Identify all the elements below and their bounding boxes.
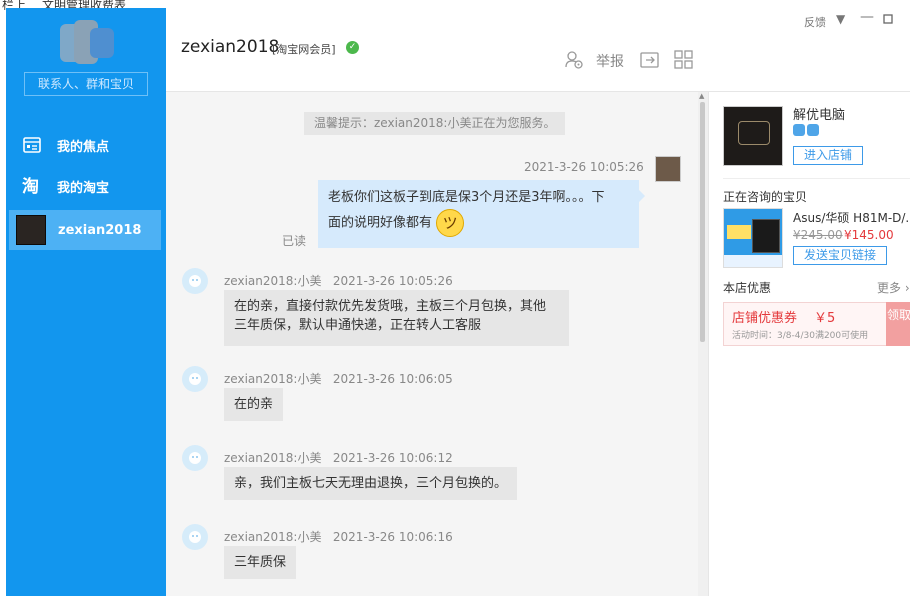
contact-search-input[interactable]: 联系人、群和宝贝: [24, 72, 148, 96]
service-avatar-icon: [182, 268, 208, 294]
service-avatar-icon: [182, 445, 208, 471]
more-link[interactable]: 更多 ›: [877, 279, 910, 296]
member-badge: [淘宝网会员]: [272, 43, 336, 56]
my-message-bubble[interactable]: 老板你们这板子到底是保3个月还是3年啊。。。下 面的说明好像都有 ツ: [318, 180, 645, 248]
message-meta: zexian2018:小美 2021-3-26 10:06:16: [224, 530, 453, 544]
product-price: ¥145.00: [844, 228, 894, 242]
shop-name: 解优电脑: [793, 108, 846, 123]
message-timestamp: 2021-3-26 10:05:26: [524, 160, 644, 174]
shop-panel: 解优电脑 进入店铺 正在咨询的宝贝 Asus/华硕 H81M-D/... ¥24…: [708, 92, 910, 596]
grin-emoji: ツ: [436, 209, 465, 237]
scrollbar-thumb[interactable]: [700, 102, 705, 342]
service-avatar-icon: [182, 366, 208, 392]
message-bubble[interactable]: 在的亲，直接付款优先发货哦，主板三个月包换，其他 三年质保，默认申通快递，正在转…: [224, 290, 569, 346]
sidebar-item-zexian2018[interactable]: zexian2018: [9, 210, 161, 250]
sidebar-item-label: 我的淘宝: [57, 180, 110, 196]
my-avatar: [655, 156, 681, 182]
send-product-link-button[interactable]: 发送宝贝链接: [793, 246, 887, 265]
coupon-amount: ￥5: [814, 311, 836, 326]
sidebar-item-label: 我的焦点: [57, 139, 110, 155]
focus-card-icon: [21, 134, 43, 156]
coupon-condition: 活动时间：3/8-4/30满200可使用: [732, 331, 869, 341]
divider: [723, 178, 910, 179]
chat-message-area[interactable]: 温馨提示：zexian2018:小美正在为您服务。 2021-3-26 10:0…: [166, 92, 706, 596]
coupon-title: 店铺优惠券: [732, 311, 798, 326]
shop-avatar: [16, 215, 46, 245]
chevron-right-icon: ›: [904, 281, 910, 295]
transfer-icon[interactable]: [640, 50, 660, 70]
shop-logo[interactable]: [723, 106, 783, 166]
system-hint: 温馨提示：zexian2018:小美正在为您服务。: [304, 112, 566, 135]
scroll-up-icon[interactable]: ▲: [699, 92, 704, 100]
chat-header: zexian2018 [淘宝网会员] ✓ 反馈 ▼ — 举报: [166, 8, 910, 92]
taobao-logo-icon: 淘: [21, 175, 43, 197]
shop-coupon[interactable]: 店铺优惠券 ￥5 活动时间：3/8-4/30满200可使用 领取: [723, 302, 910, 346]
settings-person-icon[interactable]: [564, 50, 584, 70]
apps-grid-icon[interactable]: [674, 50, 694, 70]
sidebar-item-taobao[interactable]: 淘 我的淘宝: [9, 166, 161, 206]
svg-text:淘: 淘: [22, 177, 39, 195]
service-avatar-icon: [182, 524, 208, 550]
sidebar-item-focus[interactable]: 我的焦点: [9, 125, 161, 165]
dropdown-triangle-icon[interactable]: ▼: [836, 12, 845, 26]
user-avatar[interactable]: [60, 20, 116, 66]
verified-check-icon: ✓: [346, 41, 359, 54]
message-bubble[interactable]: 在的亲: [224, 388, 284, 421]
report-button[interactable]: 举报: [596, 51, 624, 71]
sidebar: 联系人、群和宝贝 我的焦点 淘 我的淘宝 zexian2018: [6, 8, 166, 596]
product-name[interactable]: Asus/华硕 H81M-D/...: [793, 209, 910, 226]
message-meta: zexian2018:小美 2021-3-26 10:06:12: [224, 451, 453, 465]
enter-shop-button[interactable]: 进入店铺: [793, 146, 863, 165]
maximize-icon[interactable]: [883, 14, 893, 27]
product-old-price: ¥245.00: [793, 228, 843, 242]
minimize-icon[interactable]: —: [860, 9, 874, 25]
chat-scrollbar[interactable]: ▲: [698, 92, 708, 596]
coupon-section-title: 本店优惠: [723, 281, 772, 295]
sidebar-item-label: zexian2018: [58, 222, 142, 238]
message-bubble[interactable]: 三年质保: [224, 546, 297, 579]
contact-name: zexian2018: [181, 37, 280, 57]
message-text: 老板你们这板子到底是保3个月还是3年啊。。。下: [328, 190, 605, 205]
product-image[interactable]: [723, 208, 783, 268]
message-meta: zexian2018:小美 2021-3-26 10:05:26: [224, 274, 453, 288]
consulting-title: 正在咨询的宝贝: [723, 190, 808, 204]
feedback-link[interactable]: 反馈: [804, 14, 826, 30]
message-text: 面的说明好像都有: [328, 215, 433, 231]
message-bubble[interactable]: 亲，我们主板七天无理由退换，三个月包换的。: [224, 467, 518, 500]
get-coupon-button[interactable]: 领取: [886, 302, 910, 346]
shop-medal-icon: [793, 124, 821, 140]
read-status: 已读: [282, 234, 307, 248]
message-meta: zexian2018:小美 2021-3-26 10:06:05: [224, 372, 453, 386]
